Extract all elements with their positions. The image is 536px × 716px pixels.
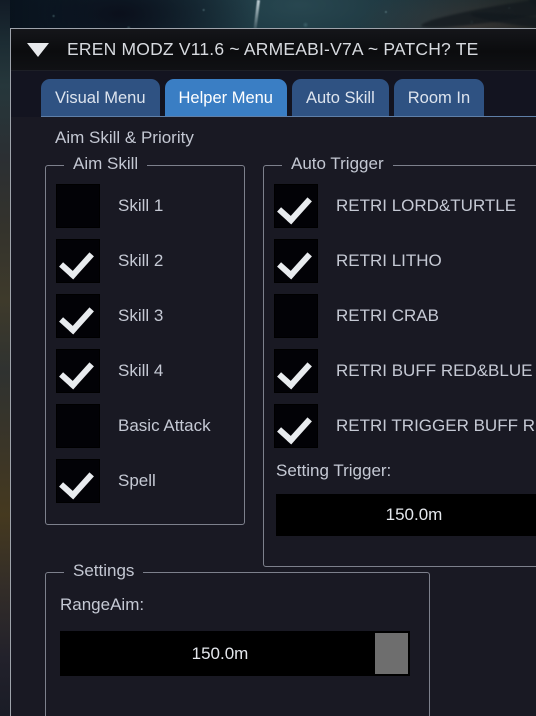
checkbox-label-retri-crab: RETRI CRAB [336, 306, 439, 325]
section-title: Aim Skill & Priority [55, 128, 194, 147]
checkbox-row-retri-litho[interactable]: RETRI LITHO [274, 239, 442, 283]
window-title: EREN MODZ V11.6 ~ ARMEABI-V7A ~ PATCH? T… [67, 39, 479, 59]
settings-group: Settings RangeAim: 150.0m [45, 561, 430, 716]
checkbox-row-retri-trigger-buff[interactable]: RETRI TRIGGER BUFF RE [274, 404, 536, 448]
auto-trigger-group-legend: Auto Trigger [282, 154, 393, 174]
setting-trigger-input[interactable]: 150.0m [276, 494, 536, 536]
checkbox-label-skill-1: Skill 1 [118, 196, 164, 215]
checkbox-label-spell: Spell [118, 471, 156, 490]
mod-menu-window: EREN MODZ V11.6 ~ ARMEABI-V7A ~ PATCH? T… [10, 28, 536, 716]
checkbox-label-retri-lord-turtle: RETRI LORD&TURTLE [336, 196, 517, 215]
chevron-down-icon[interactable] [27, 42, 49, 57]
tab-auto-skill[interactable]: Auto Skill [291, 79, 389, 117]
checkbox-skill-3[interactable] [56, 294, 100, 338]
tab-bar: Visual Menu Helper Menu Auto Skill Room … [11, 71, 536, 117]
aim-skill-group-legend: Aim Skill [64, 154, 148, 174]
checkbox-label-skill-4: Skill 4 [118, 361, 164, 380]
checkbox-label-retri-buff-red-blue: RETRI BUFF RED&BLUE [336, 361, 533, 380]
checkbox-label-retri-trigger-buff: RETRI TRIGGER BUFF RE [336, 416, 536, 435]
checkbox-row-basic-attack[interactable]: Basic Attack [56, 404, 211, 448]
screen: EREN MODZ V11.6 ~ ARMEABI-V7A ~ PATCH? T… [0, 0, 536, 716]
checkbox-row-skill-4[interactable]: Skill 4 [56, 349, 163, 393]
auto-trigger-group: Auto Trigger RETRI LORD&TURTLE RETRI LIT… [263, 154, 536, 567]
checkbox-skill-1[interactable] [56, 184, 100, 228]
setting-trigger-value: 150.0m [385, 505, 443, 524]
title-bar: EREN MODZ V11.6 ~ ARMEABI-V7A ~ PATCH? T… [11, 29, 536, 71]
range-aim-slider-thumb[interactable] [375, 633, 408, 674]
checkbox-retri-crab[interactable] [274, 294, 318, 338]
checkbox-retri-buff-red-blue[interactable] [274, 349, 318, 393]
checkbox-basic-attack[interactable] [56, 404, 100, 448]
aim-skill-group: Aim Skill Skill 1 Skill 2 Skill 3 Skill … [45, 154, 245, 525]
range-aim-input[interactable]: 150.0m [60, 631, 410, 676]
game-background-left-strip [0, 0, 10, 716]
checkbox-retri-trigger-buff[interactable] [274, 404, 318, 448]
checkbox-spell[interactable] [56, 459, 100, 503]
checkbox-row-skill-1[interactable]: Skill 1 [56, 184, 163, 228]
tab-helper-menu[interactable]: Helper Menu [164, 79, 287, 117]
checkbox-retri-lord-turtle[interactable] [274, 184, 318, 228]
checkbox-label-skill-3: Skill 3 [118, 306, 164, 325]
range-aim-value: 150.0m [191, 643, 249, 663]
checkbox-label-skill-2: Skill 2 [118, 251, 164, 270]
range-aim-label: RangeAim: [60, 595, 145, 614]
checkbox-row-retri-buff-red-blue[interactable]: RETRI BUFF RED&BLUE [274, 349, 532, 393]
checkbox-retri-litho[interactable] [274, 239, 318, 283]
checkbox-skill-4[interactable] [56, 349, 100, 393]
checkbox-label-basic-attack: Basic Attack [118, 416, 211, 435]
checkbox-row-spell[interactable]: Spell [56, 459, 156, 503]
checkbox-row-skill-2[interactable]: Skill 2 [56, 239, 163, 283]
checkbox-skill-2[interactable] [56, 239, 100, 283]
checkbox-row-retri-lord-turtle[interactable]: RETRI LORD&TURTLE [274, 184, 516, 228]
checkbox-row-skill-3[interactable]: Skill 3 [56, 294, 163, 338]
checkbox-row-retri-crab[interactable]: RETRI CRAB [274, 294, 439, 338]
settings-group-legend: Settings [64, 561, 144, 581]
tab-room-info[interactable]: Room In [393, 79, 485, 117]
setting-trigger-label: Setting Trigger: [276, 461, 392, 480]
tab-content-helper-menu: Aim Skill & Priority Aim Skill Skill 1 S… [11, 117, 536, 716]
checkbox-label-retri-litho: RETRI LITHO [336, 251, 442, 270]
tab-visual-menu[interactable]: Visual Menu [41, 79, 160, 117]
